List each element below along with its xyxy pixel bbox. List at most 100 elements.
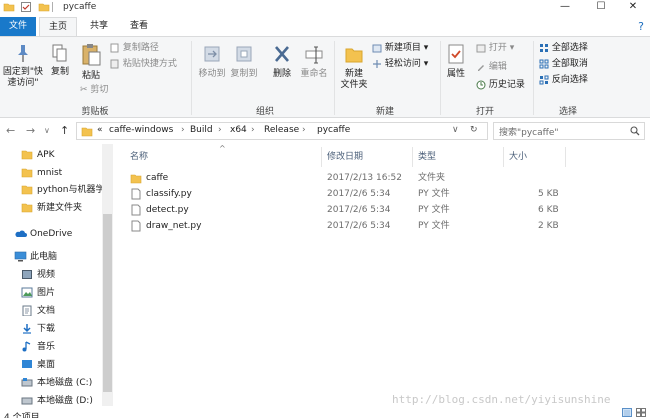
nav-item-drive-c[interactable]: 本地磁盘 (C:) [0, 375, 102, 391]
explorer-window: pycaffe — ☐ ✕ 文件 主页 共享 查看 ? 固定到"快 速访问" 复… [0, 0, 650, 418]
file-row[interactable]: caffe 2017/2/13 16:52 文件夹 [125, 170, 645, 186]
nav-item-downloads[interactable]: 下载 [0, 321, 102, 337]
easy-access-button[interactable]: 轻松访问 ▾ [372, 58, 428, 71]
nav-item-onedrive[interactable]: OneDrive [0, 226, 102, 242]
column-header-name[interactable]: 名称 [130, 149, 148, 162]
nav-item-desktop[interactable]: 桌面 [0, 357, 102, 373]
file-row[interactable]: draw_net.py 2017/2/6 5:34 PY 文件 2 KB [125, 218, 645, 234]
nav-item-python-ml[interactable]: python与机器学 [0, 182, 102, 198]
up-arrow-icon[interactable]: ↑ [60, 124, 69, 137]
history-button[interactable]: 历史记录 [476, 79, 525, 92]
large-icons-view-icon[interactable] [636, 408, 646, 417]
column-divider[interactable] [412, 147, 413, 167]
breadcrumb-caffe-windows[interactable]: caffe-windows [109, 125, 173, 135]
recent-chevron-icon[interactable]: ∨ [44, 126, 50, 135]
pin-quick-access-button[interactable]: 固定到"快 速访问" [2, 43, 44, 89]
nav-label: OneDrive [30, 229, 73, 239]
folder-icon [21, 150, 33, 160]
invert-selection-label: 反向选择 [551, 75, 588, 85]
move-to-icon [204, 46, 220, 62]
open-button[interactable]: 打开 ▾ [476, 42, 514, 55]
close-button[interactable]: ✕ [616, 0, 650, 15]
address-bar[interactable]: « caffe-windows › Build › x64 › Release … [76, 122, 488, 140]
select-all-button[interactable]: 全部选择 [539, 42, 588, 55]
delete-button[interactable]: 删除 [268, 43, 296, 80]
nav-item-this-pc[interactable]: 此电脑 [0, 249, 102, 265]
new-folder-button[interactable]: 新建 文件夹 [338, 43, 370, 91]
breadcrumb-separator[interactable]: › [181, 125, 185, 135]
nav-item-pictures[interactable]: 图片 [0, 285, 102, 301]
column-divider[interactable] [503, 147, 504, 167]
breadcrumb-separator[interactable]: › [302, 125, 306, 135]
copy-to-button[interactable]: 复制到 [228, 43, 260, 80]
edit-icon [478, 64, 484, 71]
open-icon [476, 44, 486, 52]
nav-item-documents[interactable]: 文档 [0, 303, 102, 319]
breadcrumb-build[interactable]: Build [190, 125, 213, 135]
breadcrumb-overflow[interactable]: « [97, 125, 103, 135]
desktop-icon [22, 360, 32, 368]
tab-home[interactable]: 主页 [39, 17, 77, 36]
column-divider[interactable] [565, 147, 566, 167]
paste-shortcut-button[interactable]: 粘贴快捷方式 [110, 58, 177, 71]
tab-file[interactable]: 文件 [0, 17, 36, 36]
refresh-icon[interactable]: ↻ [470, 125, 478, 135]
file-type: PY 文件 [418, 189, 450, 199]
properties-button[interactable]: 属性 [442, 43, 470, 80]
search-icon [630, 126, 640, 136]
new-item-label: 新建项目 ▾ [384, 43, 429, 53]
move-to-button[interactable]: 移动到 [196, 43, 228, 80]
nav-item-new-folder[interactable]: 新建文件夹 [0, 200, 102, 216]
file-row[interactable]: classify.py 2017/2/6 5:34 PY 文件 5 KB [125, 186, 645, 202]
scissors-icon: ✂ [80, 85, 88, 95]
nav-item-apk[interactable]: APK [0, 147, 102, 163]
tab-view[interactable]: 查看 [119, 17, 159, 36]
tab-share[interactable]: 共享 [80, 17, 118, 36]
nav-item-music[interactable]: 音乐 [0, 339, 102, 355]
invert-selection-button[interactable]: 反向选择 [539, 74, 588, 87]
column-header-modified[interactable]: 修改日期 [327, 149, 363, 162]
breadcrumb-pycaffe[interactable]: pycaffe [317, 125, 350, 135]
nav-item-mnist[interactable]: mnist [0, 165, 102, 181]
help-icon[interactable]: ? [638, 20, 644, 33]
forward-arrow-icon[interactable]: → [26, 124, 35, 137]
select-none-button[interactable]: 全部取消 [539, 58, 588, 71]
copy-path-label: 复制路径 [122, 43, 159, 53]
address-dropdown-icon[interactable]: ∨ [452, 125, 459, 135]
new-folder-quick-icon[interactable] [38, 1, 50, 13]
new-item-button[interactable]: 新建项目 ▾ [372, 42, 428, 55]
copy-button[interactable]: 复制 [46, 43, 74, 78]
nav-scrollbar-thumb[interactable] [103, 214, 112, 392]
properties-quick-icon[interactable] [20, 1, 32, 13]
column-divider[interactable] [321, 147, 322, 167]
breadcrumb-separator[interactable]: › [218, 125, 222, 135]
search-box[interactable]: 搜索"pycaffe" [493, 122, 645, 140]
details-view-icon[interactable] [622, 408, 632, 417]
file-size: 6 KB [538, 205, 559, 215]
edit-button[interactable]: 编辑 [476, 61, 507, 74]
new-folder-label: 新建 文件夹 [340, 69, 368, 90]
copy-path-icon [110, 43, 119, 52]
rename-button[interactable]: 重命名 [298, 43, 330, 80]
folder-icon [21, 168, 33, 178]
ribbon-separator [440, 41, 441, 115]
breadcrumb-separator[interactable]: › [251, 125, 255, 135]
paste-button[interactable]: 粘贴 [76, 43, 106, 82]
column-header-size[interactable]: 大小 [509, 149, 527, 162]
back-arrow-icon[interactable]: ← [6, 124, 15, 137]
easy-access-icon [373, 59, 381, 68]
file-row[interactable]: detect.py 2017/2/6 5:34 PY 文件 6 KB [125, 202, 645, 218]
column-header-type[interactable]: 类型 [418, 149, 436, 162]
breadcrumb-x64[interactable]: x64 [230, 125, 247, 135]
breadcrumb-release[interactable]: Release [264, 125, 299, 135]
delete-label: 删除 [272, 69, 291, 79]
nav-label: mnist [37, 168, 63, 178]
maximize-button[interactable]: ☐ [584, 0, 618, 15]
minimize-button[interactable]: — [548, 0, 582, 15]
file-modified: 2017/2/13 16:52 [327, 173, 402, 183]
cut-button[interactable]: ✂ 剪切 [80, 84, 108, 97]
history-label: 历史记录 [488, 80, 525, 90]
copy-path-button[interactable]: 复制路径 [110, 42, 159, 55]
ribbon-separator [334, 41, 335, 115]
nav-item-videos[interactable]: 视频 [0, 267, 102, 283]
